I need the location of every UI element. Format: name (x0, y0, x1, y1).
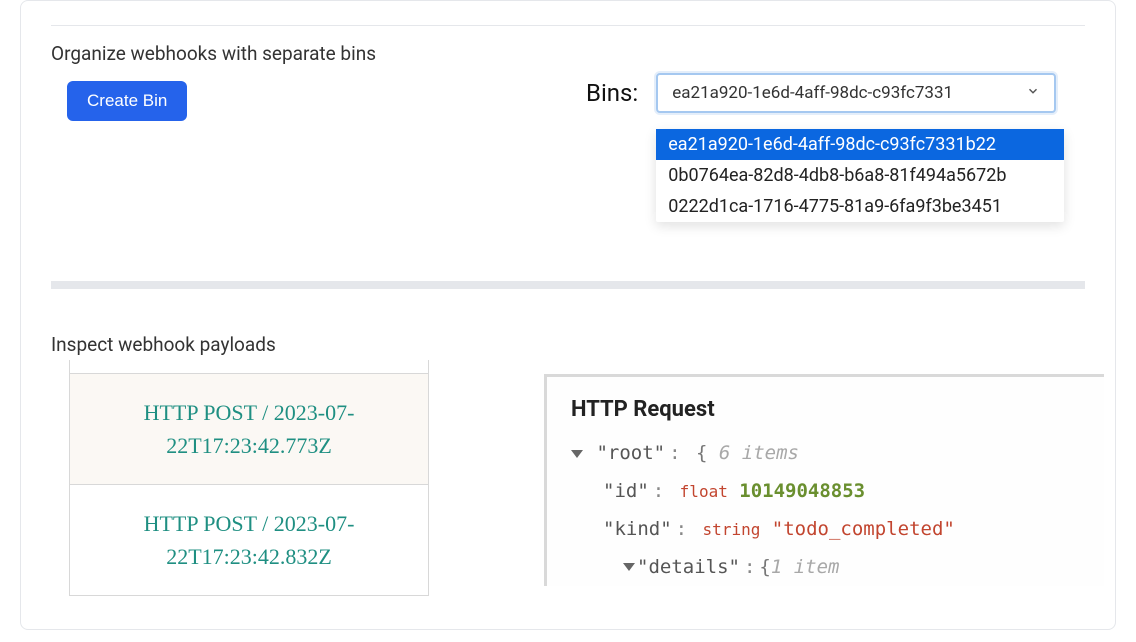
json-id-line: "id": float 10149048853 (603, 472, 1084, 510)
webhook-list: HTTP POST / 2023-07-22T17:23:42.773Z HTT… (69, 360, 429, 596)
section-title-organize: Organize webhooks with separate bins (51, 42, 1115, 65)
webhook-link[interactable]: HTTP POST / 2023-07-22T17:23:42.773Z (144, 400, 355, 458)
bins-select-value: ea21a920-1e6d-4aff-98dc-c93fc7331 (672, 83, 953, 103)
webhook-row[interactable]: HTTP POST / 2023-07-22T17:23:42.832Z (70, 485, 428, 596)
bins-select[interactable]: ea21a920-1e6d-4aff-98dc-c93fc7331 (656, 73, 1056, 113)
webhook-row[interactable]: HTTP POST / 2023-07-22T17:23:42.773Z (70, 374, 428, 485)
bins-dropdown-list: ea21a920-1e6d-4aff-98dc-c93fc7331b22 0b0… (656, 129, 1064, 222)
request-panel: HTTP Request "root": { 6 items "id": flo… (544, 374, 1104, 586)
request-title: HTTP Request (571, 397, 1084, 422)
section-title-inspect: Inspect webhook payloads (51, 333, 1115, 356)
divider (51, 25, 1085, 26)
json-kind-line: "kind": string "todo_completed" (603, 510, 1084, 548)
create-bin-button[interactable]: Create Bin (67, 81, 187, 121)
bins-option[interactable]: 0222d1ca-1716-4775-81a9-6fa9f3be3451 (656, 191, 1064, 222)
chevron-down-icon (1026, 83, 1040, 103)
json-root-line[interactable]: "root": { 6 items (571, 434, 1084, 472)
bins-option[interactable]: ea21a920-1e6d-4aff-98dc-c93fc7331b22 (656, 129, 1064, 160)
divider-thick (51, 281, 1085, 289)
inspect-row: HTTP POST / 2023-07-22T17:23:42.773Z HTT… (21, 360, 1115, 596)
panel-container: Organize webhooks with separate bins Cre… (20, 0, 1116, 630)
json-details-line[interactable]: "details": { 1 item (623, 548, 1084, 586)
caret-down-icon[interactable] (571, 450, 583, 458)
bins-option[interactable]: 0b0764ea-82d8-4db8-b6a8-81f494a5672b (656, 160, 1064, 191)
caret-down-icon[interactable] (623, 563, 635, 571)
table-header-spacer (70, 360, 428, 374)
bins-selector-wrap: Bins: ea21a920-1e6d-4aff-98dc-c93fc7331 … (586, 73, 1056, 113)
webhook-link[interactable]: HTTP POST / 2023-07-22T17:23:42.832Z (144, 511, 355, 569)
organize-row: Create Bin Bins: ea21a920-1e6d-4aff-98dc… (21, 81, 1115, 121)
bins-label: Bins: (586, 79, 638, 107)
